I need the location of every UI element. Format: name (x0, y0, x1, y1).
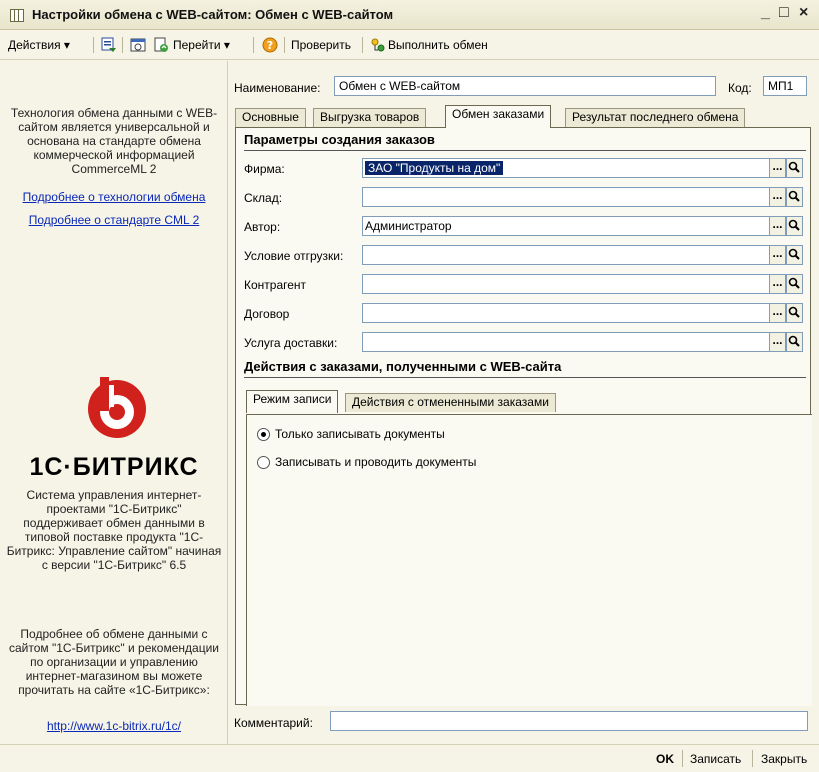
toolbar-separator (122, 37, 123, 53)
window-title: Настройки обмена с WEB-сайтом: Обмен с W… (32, 7, 394, 22)
title-bar: Настройки обмена с WEB-сайтом: Обмен с W… (0, 0, 819, 30)
warehouse-search-button[interactable] (786, 187, 803, 207)
code-field[interactable]: МП1 (763, 76, 807, 96)
name-field[interactable]: Обмен с WEB-сайтом (334, 76, 716, 96)
tech-link[interactable]: Подробнее о технологии обмена (6, 190, 222, 204)
radio-write-and-post[interactable] (257, 456, 270, 469)
shipment-condition-field[interactable] (362, 245, 770, 265)
contract-label: Договор (244, 307, 290, 321)
author-label: Автор: (244, 220, 281, 234)
search-icon (788, 190, 800, 202)
tab-orders-exchange[interactable]: Обмен заказами (445, 105, 552, 128)
toolbar-separator (253, 37, 254, 53)
button-separator (682, 750, 683, 767)
more-text: Подробнее об обмене данными с сайтом "1С… (9, 627, 219, 697)
author-search-button[interactable] (786, 216, 803, 236)
delivery-service-field[interactable] (362, 332, 770, 352)
toolbar-separator (284, 37, 285, 53)
tab-goods-export[interactable]: Выгрузка товаров (313, 108, 427, 127)
toolbar-separator (362, 37, 363, 53)
close-window-button[interactable]: × (799, 4, 808, 22)
goto-menu[interactable]: Перейти ▾ (173, 38, 230, 52)
toolbar-separator (93, 37, 94, 53)
counterparty-field[interactable] (362, 274, 770, 294)
shipment-condition-label: Условие отгрузки: (244, 249, 344, 263)
svg-text:?: ? (267, 39, 273, 52)
search-icon (788, 277, 800, 289)
button-separator (752, 750, 753, 767)
delivery-service-pick-button[interactable]: ... (769, 332, 786, 352)
warehouse-label: Склад: (244, 191, 283, 205)
execute-exchange-button[interactable]: Выполнить обмен (388, 38, 488, 52)
radio-write-only[interactable] (257, 428, 270, 441)
section-order-actions: Действия с заказами, полученными с WEB-с… (244, 359, 562, 374)
search-icon (788, 219, 800, 231)
info-sidebar: Технология обмена данными с WEB-сайтом я… (0, 61, 228, 744)
bitrix-logo-icon (88, 377, 146, 438)
code-label: Код: (728, 81, 752, 95)
check-button[interactable]: Проверить (291, 38, 351, 52)
tab-last-result[interactable]: Результат последнего обмена (565, 108, 746, 127)
subtab-cancelled-orders[interactable]: Действия с отмененными заказами (345, 393, 556, 412)
contract-field[interactable] (362, 303, 770, 323)
search-icon (788, 335, 800, 347)
comment-label: Комментарий: (234, 716, 313, 730)
tab-main[interactable]: Основные (235, 108, 306, 127)
delivery-service-label: Услуга доставки: (244, 336, 338, 350)
about-text: Система управления интернет-проектами "1… (6, 488, 222, 572)
contract-pick-button[interactable]: ... (769, 303, 786, 323)
structure-icon[interactable] (130, 37, 146, 53)
shipment-condition-pick-button[interactable]: ... (769, 245, 786, 265)
list-icon[interactable] (101, 37, 117, 53)
button-bar: OK Записать Закрыть (0, 744, 819, 772)
search-icon (788, 248, 800, 260)
radio-write-only-label[interactable]: Только записывать документы (275, 427, 445, 441)
orders-panel: Параметры создания заказов Фирма: ЗАО "П… (235, 127, 812, 706)
firm-pick-button[interactable]: ... (769, 158, 786, 178)
form-icon (10, 9, 24, 22)
write-mode-panel: Только записывать документы Записывать и… (246, 414, 812, 706)
bitrix-brand: 1С·БИТРИКС (29, 453, 199, 481)
warehouse-pick-button[interactable]: ... (769, 187, 786, 207)
counterparty-label: Контрагент (244, 278, 307, 292)
maximize-button[interactable]: □ (779, 4, 789, 22)
author-pick-button[interactable]: ... (769, 216, 786, 236)
firm-field[interactable]: ЗАО "Продукты на дом" (362, 158, 770, 178)
toolbar: Действия ▾ Перейти ▾ ? Проверить Выполни… (0, 31, 819, 60)
comment-field[interactable] (330, 711, 808, 731)
help-icon[interactable]: ? (262, 37, 278, 53)
save-button[interactable]: Записать (690, 752, 741, 766)
firm-label: Фирма: (244, 162, 285, 176)
delivery-service-search-button[interactable] (786, 332, 803, 352)
firm-search-button[interactable] (786, 158, 803, 178)
shipment-condition-search-button[interactable] (786, 245, 803, 265)
radio-write-and-post-label[interactable]: Записывать и проводить документы (275, 455, 476, 469)
subtab-write-mode[interactable]: Режим записи (246, 390, 339, 413)
name-label: Наименование: (234, 81, 321, 95)
cml-link[interactable]: Подробнее о стандарте CML 2 (6, 213, 222, 227)
close-button[interactable]: Закрыть (761, 752, 807, 766)
author-field[interactable]: Администратор (362, 216, 770, 236)
search-icon (788, 161, 800, 173)
search-icon (788, 306, 800, 318)
warehouse-field[interactable] (362, 187, 770, 207)
counterparty-search-button[interactable] (786, 274, 803, 294)
actions-menu[interactable]: Действия ▾ (8, 38, 70, 52)
counterparty-pick-button[interactable]: ... (769, 274, 786, 294)
main-form: Наименование: Обмен с WEB-сайтом Код: МП… (230, 61, 819, 744)
minimize-button[interactable]: _ (761, 4, 770, 22)
section-divider (244, 150, 806, 151)
refresh-document-icon[interactable] (153, 37, 169, 53)
section-divider (244, 377, 806, 378)
section-order-params: Параметры создания заказов (244, 132, 435, 147)
intro-text: Технология обмена данными с WEB-сайтом я… (10, 106, 218, 176)
exchange-icon[interactable] (370, 37, 386, 53)
bitrix-url-link[interactable]: http://www.1c-bitrix.ru/1c/ (6, 719, 222, 733)
contract-search-button[interactable] (786, 303, 803, 323)
firm-value: ЗАО "Продукты на дом" (365, 161, 504, 175)
ok-button[interactable]: OK (656, 752, 674, 766)
